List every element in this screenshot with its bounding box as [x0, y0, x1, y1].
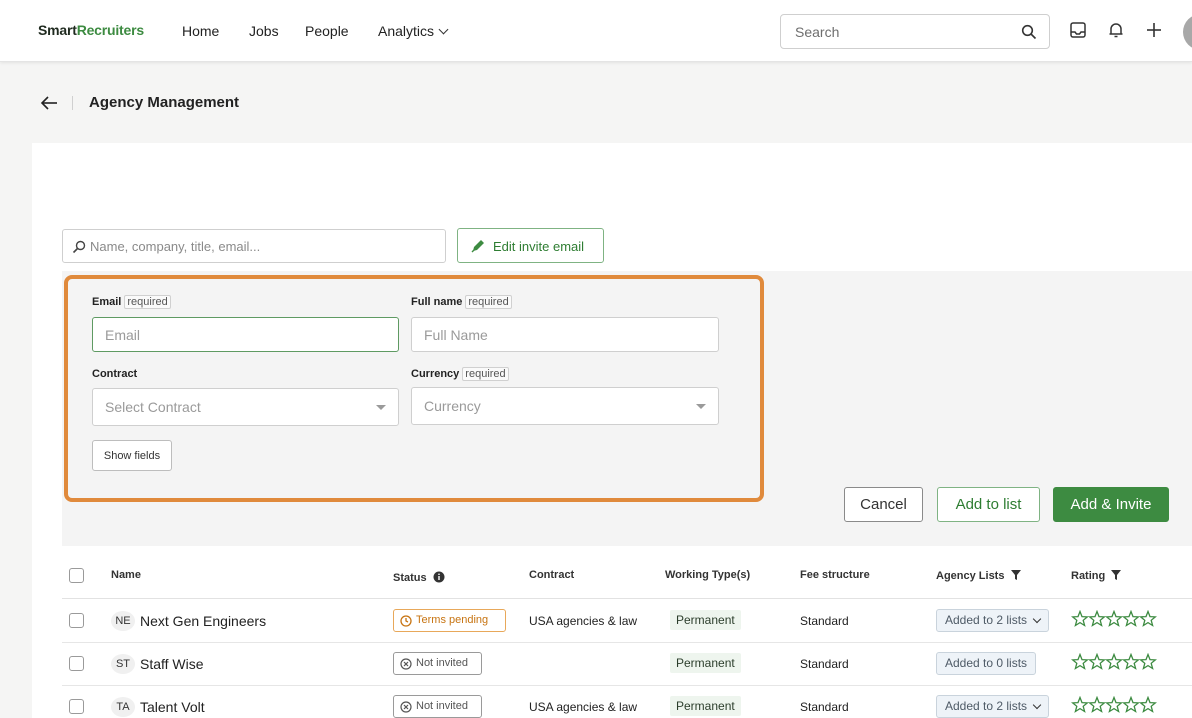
user-avatar[interactable]	[1183, 14, 1192, 50]
logo-text-recruiters: Recruiters	[76, 22, 144, 38]
status-badge: Not invited	[393, 695, 482, 718]
chevron-down-icon	[1032, 700, 1042, 710]
agency-initials-avatar: ST	[111, 654, 135, 674]
plus-icon[interactable]	[1145, 21, 1163, 39]
chevron-down-icon	[438, 24, 449, 35]
filter-icon[interactable]	[1111, 570, 1122, 580]
agency-lists-dropdown[interactable]: Added to 0 lists	[936, 652, 1037, 675]
nav-jobs[interactable]: Jobs	[249, 23, 279, 39]
chevron-down-icon	[1032, 614, 1042, 624]
agency-lists-text: Added to 0 lists	[945, 656, 1028, 670]
filter-icon[interactable]	[1010, 570, 1021, 580]
top-navigation-bar: SmartRecruiters Home Jobs People Analyti…	[0, 0, 1192, 62]
nav-analytics[interactable]: Analytics	[378, 23, 449, 39]
agency-name-link[interactable]: Talent Volt	[140, 699, 205, 715]
column-header-rating[interactable]: Rating	[1071, 569, 1122, 582]
column-header-agency-lists[interactable]: Agency Lists	[936, 569, 1021, 582]
agency-lists-text: Added to 2 lists	[945, 613, 1028, 627]
global-search-input[interactable]	[795, 24, 1005, 40]
agency-initials-avatar: TA	[111, 697, 135, 717]
status-badge: Not invited	[393, 652, 482, 675]
column-header-status-label: Status	[393, 572, 427, 584]
working-type-tag: Permanent	[670, 610, 741, 630]
row-checkbox[interactable]	[69, 613, 84, 628]
cancel-button[interactable]: Cancel	[844, 487, 923, 522]
status-badge-text: Terms pending	[416, 614, 489, 626]
agency-search-input[interactable]	[90, 239, 430, 254]
fee-structure-cell: Standard	[800, 614, 849, 628]
agency-lists-text: Added to 2 lists	[945, 699, 1028, 713]
agency-lists-dropdown[interactable]: Added to 2 lists	[936, 695, 1050, 718]
column-header-agency-lists-label: Agency Lists	[936, 570, 1005, 582]
column-header-status[interactable]: Status	[393, 569, 445, 584]
star-outline-icon	[1071, 695, 1157, 713]
page-title: Agency Management	[89, 94, 240, 111]
search-icon[interactable]	[1021, 24, 1037, 40]
rating-stars[interactable]	[1071, 695, 1159, 718]
status-badge-text: Not invited	[416, 700, 468, 712]
agency-lists-dropdown[interactable]: Added to 2 lists	[936, 609, 1050, 632]
fee-structure-cell: Standard	[800, 700, 849, 714]
pen-icon	[471, 240, 484, 253]
clock-icon	[400, 615, 412, 627]
agency-initials-avatar: NE	[111, 611, 135, 631]
agency-name-link[interactable]: Staff Wise	[140, 656, 204, 672]
inbox-icon[interactable]	[1069, 21, 1087, 39]
add-and-invite-button[interactable]: Add & Invite	[1053, 487, 1169, 522]
search-icon	[72, 240, 86, 254]
edit-invite-email-button[interactable]: Edit invite email	[457, 228, 604, 263]
add-to-list-button[interactable]: Add to list	[937, 487, 1040, 522]
header-divider	[72, 96, 73, 110]
row-checkbox[interactable]	[69, 656, 84, 671]
info-icon[interactable]	[433, 571, 445, 583]
column-header-contract[interactable]: Contract	[529, 569, 574, 581]
column-header-rating-label: Rating	[1071, 570, 1106, 582]
x-circle-icon	[400, 701, 412, 713]
table-row-divider	[62, 685, 1192, 686]
working-type-tag: Permanent	[670, 696, 741, 716]
fee-structure-cell: Standard	[800, 657, 849, 671]
status-badge: Terms pending	[393, 609, 506, 632]
back-arrow-icon[interactable]	[40, 96, 58, 110]
nav-analytics-label: Analytics	[378, 23, 435, 39]
table-header-divider	[62, 598, 1192, 599]
agency-search[interactable]	[62, 229, 446, 263]
column-header-working-types[interactable]: Working Type(s)	[665, 569, 750, 581]
row-checkbox[interactable]	[69, 699, 84, 714]
logo-text-smart: Smart	[38, 22, 77, 38]
column-header-fee-structure[interactable]: Fee structure	[800, 569, 870, 581]
table-row-divider	[62, 642, 1192, 643]
column-header-name[interactable]: Name	[111, 569, 141, 581]
rating-stars[interactable]	[1071, 652, 1159, 676]
nav-home[interactable]: Home	[182, 23, 219, 39]
x-circle-icon	[400, 658, 412, 670]
working-type-tag: Permanent	[670, 653, 741, 673]
select-all-checkbox[interactable]	[69, 568, 84, 583]
contract-cell: USA agencies & law	[529, 614, 638, 628]
bell-icon[interactable]	[1107, 21, 1125, 39]
agency-name-link[interactable]: Next Gen Engineers	[140, 613, 266, 629]
nav-people[interactable]: People	[305, 23, 349, 39]
form-highlight-outline	[64, 275, 764, 502]
contract-cell: USA agencies & law	[529, 700, 638, 714]
star-outline-icon	[1071, 609, 1157, 627]
rating-stars[interactable]	[1071, 609, 1159, 633]
global-search[interactable]	[780, 14, 1050, 49]
star-outline-icon	[1071, 652, 1157, 670]
edit-invite-email-label: Edit invite email	[493, 239, 585, 254]
smartrecruiters-logo[interactable]: SmartRecruiters	[38, 22, 144, 38]
status-badge-text: Not invited	[416, 657, 468, 669]
